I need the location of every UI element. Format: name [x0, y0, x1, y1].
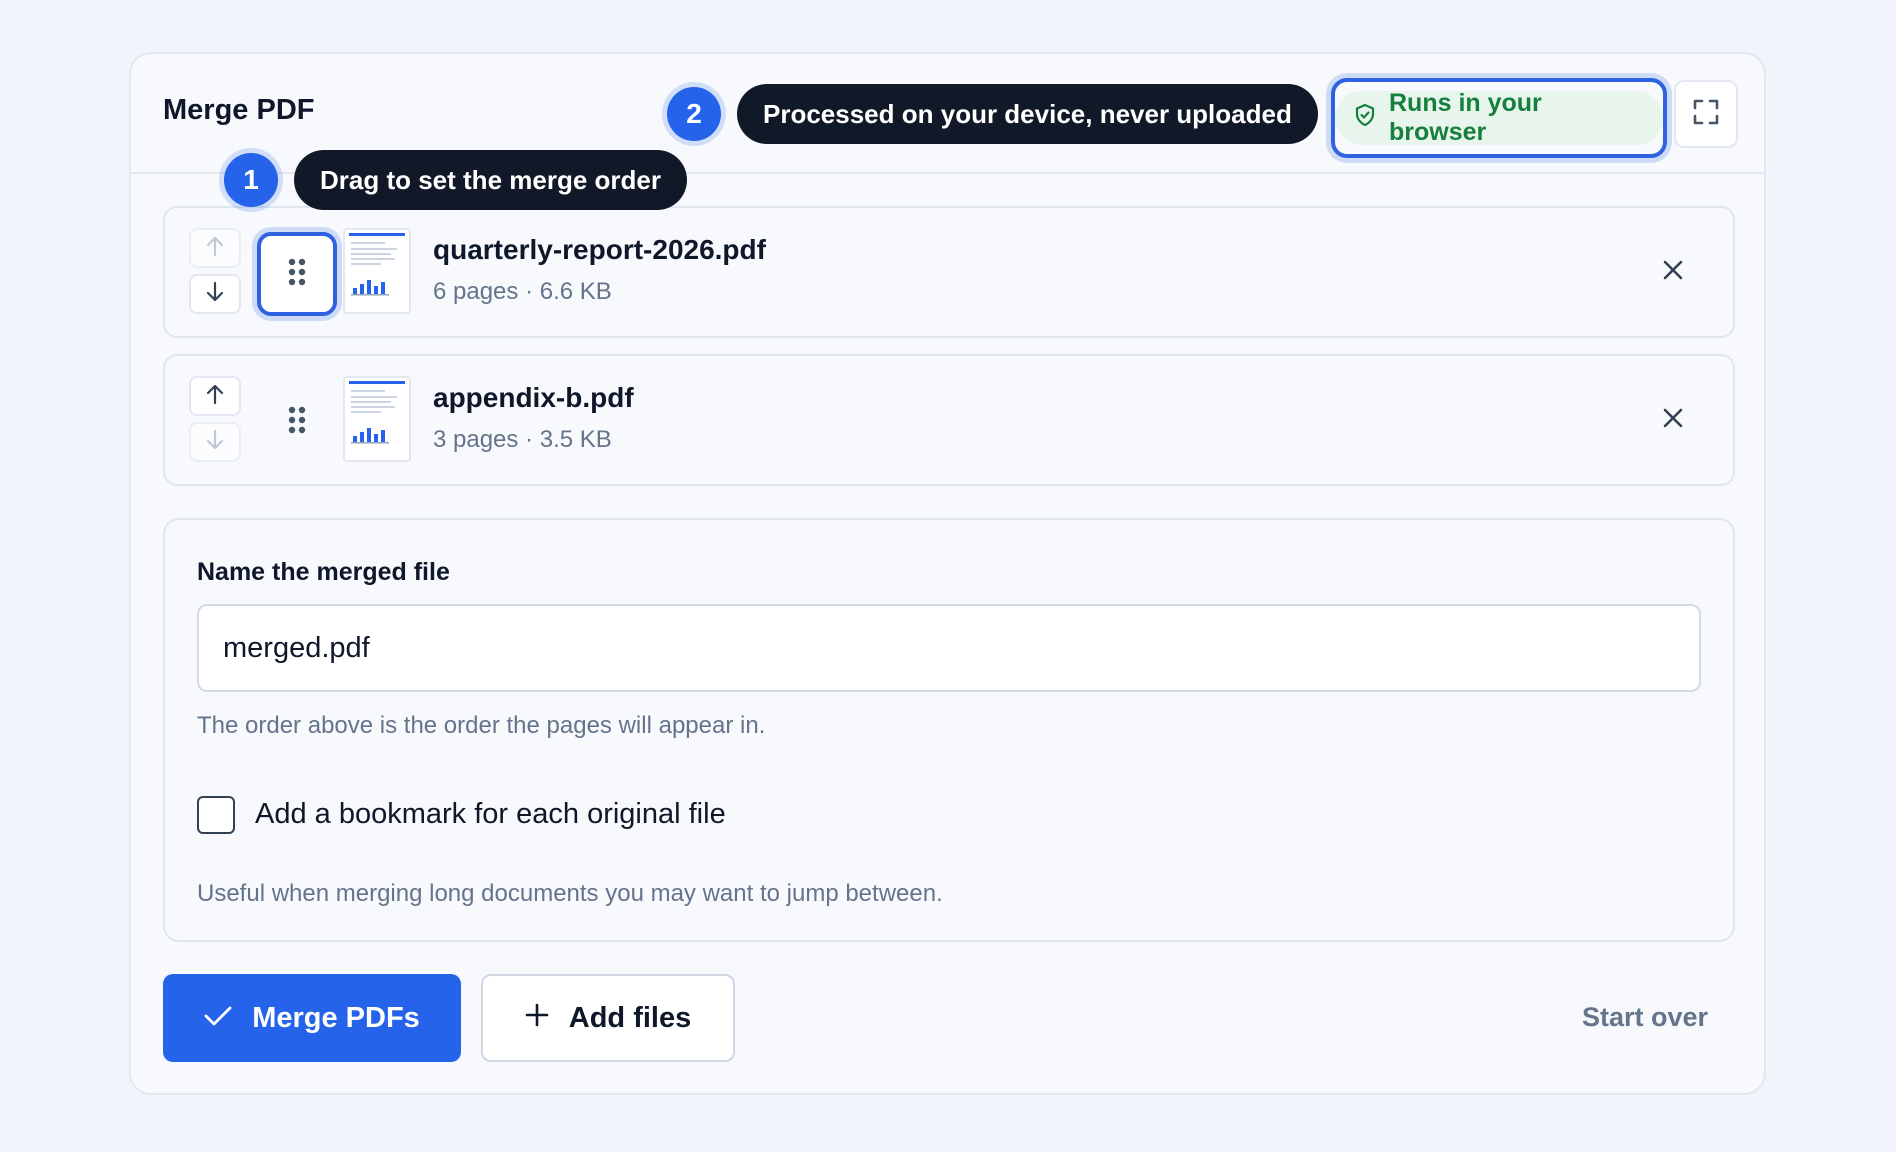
move-up-button[interactable]	[189, 376, 241, 416]
file-meta: 6 pages · 6.6 KB	[433, 278, 612, 305]
grip-icon	[288, 406, 306, 439]
file-meta: 3 pages · 3.5 KB	[433, 426, 612, 453]
arrow-up-icon	[205, 235, 225, 262]
plus-icon	[525, 1002, 549, 1035]
step-2-badge: 2	[667, 87, 721, 141]
merge-pdfs-label: Merge PDFs	[252, 1001, 420, 1034]
file-name: appendix-b.pdf	[433, 382, 634, 413]
check-icon	[204, 1002, 232, 1035]
remove-file-button[interactable]	[1653, 252, 1693, 292]
shield-check-icon	[1355, 103, 1375, 133]
page-title: Merge PDF	[163, 94, 315, 126]
drag-handle[interactable]	[257, 232, 337, 316]
arrow-up-icon	[205, 383, 225, 410]
grip-icon	[288, 258, 306, 291]
merge-pdfs-button[interactable]: Merge PDFs	[163, 974, 461, 1062]
start-over-button[interactable]: Start over	[1582, 1002, 1708, 1033]
add-files-label: Add files	[568, 1001, 692, 1034]
arrow-down-icon	[205, 429, 225, 456]
privacy-badge[interactable]: Runs in your browser	[1331, 78, 1667, 158]
expand-icon	[1693, 99, 1719, 130]
output-name-input[interactable]	[197, 604, 1701, 692]
close-icon	[1662, 259, 1684, 286]
privacy-badge-label: Runs in your browser	[1389, 89, 1542, 146]
add-files-button[interactable]: Add files	[481, 974, 735, 1062]
file-row[interactable]: quarterly-report-2026.pdf 6 pages · 6.6 …	[163, 206, 1735, 338]
merge-options-panel: Name the merged file The order above is …	[163, 518, 1735, 942]
fullscreen-button[interactable]	[1674, 80, 1738, 148]
arrow-down-icon	[205, 281, 225, 308]
move-up-button[interactable]	[189, 228, 241, 268]
step-1-badge: 1	[224, 153, 278, 207]
order-hint: The order above is the order the pages w…	[197, 712, 766, 739]
drag-handle[interactable]	[257, 380, 337, 464]
bookmark-checkbox[interactable]	[197, 796, 235, 834]
bookmark-hint: Useful when merging long documents you m…	[197, 880, 943, 907]
file-name: quarterly-report-2026.pdf	[433, 234, 766, 265]
move-down-button[interactable]	[189, 422, 241, 462]
move-down-button[interactable]	[189, 274, 241, 314]
output-name-label: Name the merged file	[197, 558, 450, 586]
file-row[interactable]: appendix-b.pdf 3 pages · 3.5 KB	[163, 354, 1735, 486]
bookmark-checkbox-label[interactable]: Add a bookmark for each original file	[255, 798, 726, 831]
pdf-thumbnail	[343, 228, 411, 314]
drag-order-tooltip: Drag to set the merge order	[294, 150, 687, 210]
remove-file-button[interactable]	[1653, 400, 1693, 440]
close-icon	[1662, 407, 1684, 434]
privacy-tooltip: Processed on your device, never uploaded	[737, 84, 1318, 144]
pdf-thumbnail	[343, 376, 411, 462]
